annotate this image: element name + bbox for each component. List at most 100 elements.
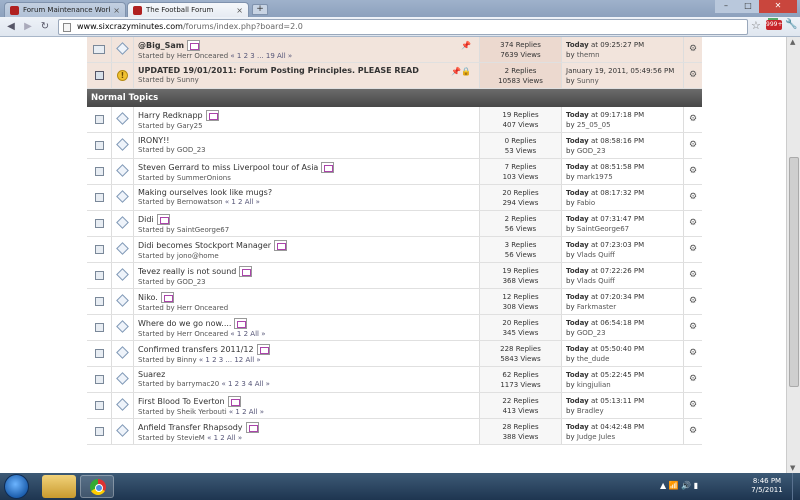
topic-link[interactable]: Anfield Transfer Rhapsody	[138, 423, 243, 432]
starter-link[interactable]: Bernowatson	[177, 198, 223, 206]
topic-link[interactable]: Didi becomes Stockport Manager	[138, 241, 271, 250]
new-posts-icon[interactable]	[234, 318, 248, 329]
topic-link[interactable]: @Big_Sam	[138, 41, 184, 50]
new-posts-icon[interactable]	[227, 396, 241, 407]
last-poster-link[interactable]: Sunny	[577, 77, 599, 85]
last-post-icon[interactable]: ⚙	[689, 140, 697, 150]
address-bar[interactable]: www.sixcrazyminutes.com/forums/index.php…	[58, 19, 748, 35]
topic-link[interactable]: Steven Gerrard to miss Liverpool tour of…	[138, 163, 318, 172]
last-post-icon[interactable]: ⚙	[689, 44, 697, 54]
close-tab-icon[interactable]: ×	[113, 6, 120, 15]
system-tray[interactable]: ▲ 📶 🔊 ▮	[660, 481, 698, 490]
maximize-icon[interactable]: □	[737, 0, 759, 13]
starter-link[interactable]: Herr Onceared	[177, 52, 228, 60]
starter-link[interactable]: barrymac20	[177, 380, 219, 388]
page-links[interactable]: « 1 2 3 4 All »	[222, 380, 270, 388]
last-post-icon[interactable]: ⚙	[689, 426, 697, 436]
last-poster-link[interactable]: Judge Jules	[577, 433, 615, 441]
scroll-up-icon[interactable]: ▲	[790, 38, 795, 46]
last-poster-link[interactable]: Fabio	[577, 199, 595, 207]
reload-icon[interactable]: ↻	[38, 20, 52, 34]
tab-football-forum[interactable]: The Football Forum ×	[127, 2, 249, 17]
starter-link[interactable]: Sunny	[177, 76, 199, 84]
last-post-icon[interactable]: ⚙	[689, 244, 697, 254]
new-posts-icon[interactable]	[321, 162, 335, 173]
starter-link[interactable]: StevieM	[177, 434, 205, 442]
back-icon[interactable]: ◀	[4, 20, 18, 34]
last-post-icon[interactable]: ⚙	[689, 296, 697, 306]
starter-link[interactable]: SaintGeorge67	[177, 226, 229, 234]
starter-link[interactable]: jono@home	[177, 252, 219, 260]
page-links[interactable]: « 1 2 All »	[229, 408, 264, 416]
last-poster-link[interactable]: GOD_23	[577, 147, 606, 155]
show-desktop-button[interactable]	[792, 473, 800, 500]
start-button[interactable]	[4, 474, 29, 499]
topic-link[interactable]: Harry Redknapp	[138, 111, 203, 120]
last-poster-link[interactable]: Vlads Quiff	[577, 277, 615, 285]
topic-link[interactable]: Tevez really is not sound	[138, 267, 236, 276]
last-post-icon[interactable]: ⚙	[689, 400, 697, 410]
last-poster-link[interactable]: SaintGeorge67	[577, 225, 629, 233]
last-post-icon[interactable]: ⚙	[689, 114, 697, 124]
bookmark-star-icon[interactable]: ☆	[751, 19, 761, 32]
new-posts-icon[interactable]	[187, 40, 201, 51]
last-poster-link[interactable]: 25_05_05	[577, 121, 611, 129]
last-post-icon[interactable]: ⚙	[689, 374, 697, 384]
last-post-icon[interactable]: ⚙	[689, 166, 697, 176]
wrench-menu-icon[interactable]: 🔧	[785, 19, 797, 30]
starter-link[interactable]: Sheik Yerbouti	[177, 408, 227, 416]
new-posts-icon[interactable]	[205, 110, 219, 121]
close-window-icon[interactable]: ✕	[759, 0, 797, 13]
page-links[interactable]: « 1 2 All »	[225, 198, 260, 206]
topic-link[interactable]: Didi	[138, 215, 154, 224]
starter-link[interactable]: SummerOnions	[177, 174, 231, 182]
new-posts-icon[interactable]	[239, 266, 253, 277]
topic-link[interactable]: First Blood To Everton	[138, 397, 225, 406]
scroll-down-icon[interactable]: ▼	[790, 464, 795, 472]
scrollbar[interactable]: ▲ ▼	[786, 37, 800, 473]
topic-link[interactable]: Suarez	[138, 370, 165, 379]
last-post-icon[interactable]: ⚙	[689, 270, 697, 280]
new-posts-icon[interactable]	[256, 344, 270, 355]
last-poster-link[interactable]: GOD_23	[577, 329, 606, 337]
last-poster-link[interactable]: Bradley	[577, 407, 604, 415]
last-post-icon[interactable]: ⚙	[689, 192, 697, 202]
clock[interactable]: 8:46 PM 7/5/2011	[747, 477, 787, 495]
last-poster-link[interactable]: the_dude	[577, 355, 610, 363]
new-tab-button[interactable]: +	[252, 4, 268, 15]
topic-link[interactable]: UPDATED 19/01/2011: Forum Posting Princi…	[138, 66, 419, 75]
last-poster-link[interactable]: themn	[577, 51, 600, 59]
topic-link[interactable]: Confirmed transfers 2011/12	[138, 345, 254, 354]
last-post-icon[interactable]: ⚙	[689, 348, 697, 358]
page-links[interactable]: « 1 2 All »	[207, 434, 242, 442]
last-poster-link[interactable]: mark1975	[577, 173, 613, 181]
scrollbar-thumb[interactable]	[789, 157, 799, 387]
last-poster-link[interactable]: kingjulian	[577, 381, 611, 389]
starter-link[interactable]: GOD_23	[177, 146, 206, 154]
last-post-icon[interactable]: ⚙	[689, 322, 697, 332]
last-poster-link[interactable]: Vlads Quiff	[577, 251, 615, 259]
tab-forum-maintenance[interactable]: Forum Maintenance Work ×	[4, 2, 126, 17]
starter-link[interactable]: GOD_23	[177, 278, 206, 286]
page-links[interactable]: « 1 2 3 ... 12 All »	[199, 356, 261, 364]
starter-link[interactable]: Herr Onceared	[177, 304, 228, 312]
topic-link[interactable]: IRONY!!	[138, 136, 170, 145]
starter-link[interactable]: Gary25	[177, 122, 203, 130]
page-links[interactable]: « 1 2 All »	[230, 330, 265, 338]
minimize-icon[interactable]: –	[715, 0, 737, 13]
new-posts-icon[interactable]	[274, 240, 288, 251]
starter-link[interactable]: Binny	[177, 356, 197, 364]
new-posts-icon[interactable]	[156, 214, 170, 225]
last-post-icon[interactable]: ⚙	[689, 70, 697, 80]
chrome-taskbar-button[interactable]	[80, 475, 114, 498]
page-links[interactable]: « 1 2 3 ... 19 All »	[230, 52, 292, 60]
starter-link[interactable]: Herr Onceared	[177, 330, 228, 338]
new-posts-icon[interactable]	[245, 422, 259, 433]
extension-badge[interactable]: 999+	[766, 20, 782, 30]
forward-icon[interactable]: ▶	[21, 20, 35, 34]
last-post-icon[interactable]: ⚙	[689, 218, 697, 228]
last-poster-link[interactable]: Farkmaster	[577, 303, 616, 311]
explorer-icon[interactable]	[42, 475, 76, 498]
topic-link[interactable]: Making ourselves look like mugs?	[138, 188, 272, 197]
close-tab-icon[interactable]: ×	[236, 6, 243, 15]
